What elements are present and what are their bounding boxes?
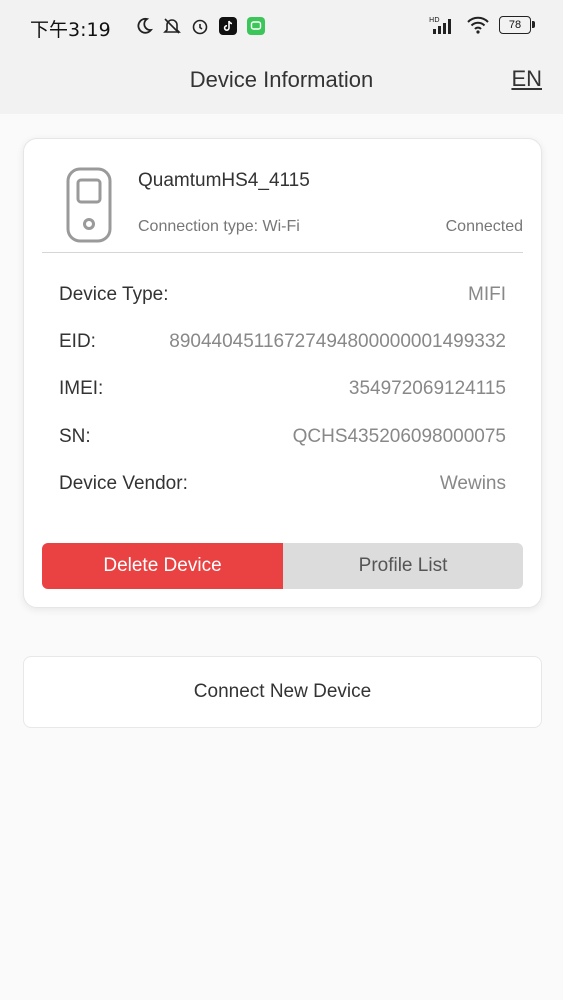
info-row-device-type: Device Type: MIFI	[59, 284, 506, 314]
title-bar: Device Information EN	[0, 54, 563, 114]
wifi-icon	[465, 14, 491, 36]
messaging-icon	[245, 15, 267, 37]
connection-status: Connected	[445, 218, 523, 235]
info-row-eid: EID: 89044045116727494800000001499332	[59, 331, 506, 361]
info-value: MIFI	[468, 284, 506, 305]
profile-list-button[interactable]: Profile List	[283, 543, 523, 589]
connection-type: Connection type: Wi-Fi	[138, 218, 300, 235]
mifi-device-icon	[66, 167, 112, 243]
info-value: 354972069124115	[348, 378, 506, 399]
info-value: Wewins	[439, 473, 506, 494]
status-time: 下午3:19	[30, 19, 111, 41]
battery-icon: 78	[499, 16, 535, 34]
info-label: Device Vendor:	[59, 473, 188, 494]
info-value: 89044045116727494800000001499332	[169, 331, 506, 352]
moon-icon	[133, 15, 155, 37]
status-icons-left	[133, 15, 267, 37]
status-icons-right: HD 78	[429, 14, 535, 36]
info-row-sn: SN: QCHS435206098000075	[59, 426, 506, 456]
info-label: SN:	[59, 426, 91, 447]
info-row-device-vendor: Device Vendor: Wewins	[59, 473, 506, 503]
device-name: QuamtumHS4_4115	[138, 170, 310, 191]
svg-text:HD: HD	[429, 16, 440, 24]
delete-device-button[interactable]: Delete Device	[42, 543, 283, 589]
divider	[42, 252, 523, 253]
info-value: QCHS435206098000075	[292, 426, 506, 447]
hd-signal-icon: HD	[429, 14, 457, 36]
language-toggle[interactable]: EN	[511, 66, 542, 92]
status-bar: 下午3:19 HD 78	[0, 0, 563, 54]
tiktok-icon	[217, 15, 239, 37]
device-actions: Delete Device Profile List	[42, 543, 523, 589]
connect-new-device-button[interactable]: Connect New Device	[23, 656, 542, 728]
page-title: Device Information	[189, 67, 374, 92]
info-label: IMEI:	[59, 378, 104, 399]
info-label: Device Type:	[59, 284, 169, 305]
info-row-imei: IMEI: 354972069124115	[59, 378, 506, 408]
info-label: EID:	[59, 331, 96, 352]
device-card: QuamtumHS4_4115 Connection type: Wi-Fi C…	[23, 138, 542, 608]
battery-level: 78	[508, 19, 522, 31]
bell-off-icon	[161, 15, 183, 37]
alarm-icon	[189, 15, 211, 37]
